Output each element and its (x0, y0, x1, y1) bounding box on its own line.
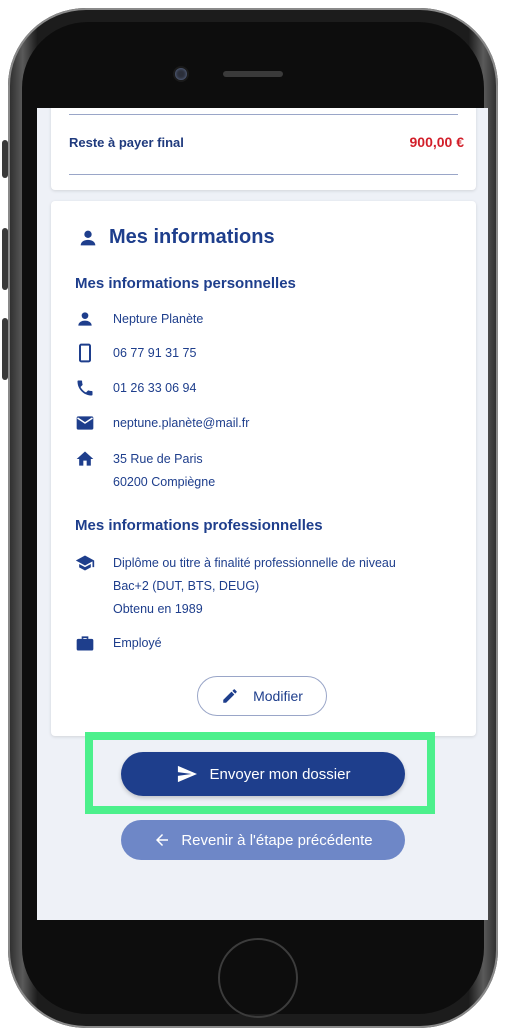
divider (69, 174, 458, 175)
modify-button[interactable]: Modifier (197, 676, 327, 716)
send-file-button[interactable]: Envoyer mon dossier (121, 752, 405, 796)
employment-status: Employé (113, 636, 162, 650)
mute-switch (2, 140, 8, 178)
arrow-left-icon (153, 831, 171, 849)
section-title: Mes informations (109, 226, 275, 248)
phone-icon (75, 378, 95, 398)
professional-info-heading: Mes informations professionnelles (75, 517, 323, 534)
reste-label: Reste à payer final (69, 135, 184, 150)
address-line2: 60200 Compiègne (113, 475, 216, 489)
my-information-card: Mes informations Mes informations person… (51, 201, 476, 736)
back-label: Revenir à l'étape précédente (181, 831, 373, 849)
earpiece-speaker (223, 71, 283, 77)
mail-icon (75, 413, 95, 433)
email-address: neptune.planète@mail.fr (113, 416, 250, 430)
diploma-line1: Diplôme ou titre à finalité professionne… (113, 556, 396, 570)
home-icon (75, 449, 95, 469)
graduation-cap-icon (75, 553, 95, 573)
briefcase-icon (75, 633, 95, 653)
modify-label: Modifier (253, 688, 303, 704)
smartphone-icon (75, 343, 95, 363)
volume-down-button (2, 318, 8, 380)
diploma-line2: Bac+2 (DUT, BTS, DEUG) (113, 579, 260, 593)
send-icon (176, 764, 198, 784)
send-label: Envoyer mon dossier (209, 765, 351, 783)
mobile-number: 06 77 91 31 75 (113, 346, 197, 360)
full-name: Nepture Planète (113, 312, 204, 326)
previous-step-button[interactable]: Revenir à l'étape précédente (121, 820, 405, 860)
address-line1: 35 Rue de Paris (113, 452, 203, 466)
person-icon (75, 309, 95, 329)
front-camera (175, 68, 187, 80)
pencil-icon (221, 687, 239, 705)
payment-summary-card: Reste à payer final 900,00 € (51, 108, 476, 190)
volume-up-button (2, 228, 8, 290)
home-button[interactable] (218, 938, 298, 1018)
diploma-year: Obtenu en 1989 (113, 602, 203, 616)
landline-number: 01 26 33 06 94 (113, 381, 197, 395)
personal-info-heading: Mes informations personnelles (75, 275, 296, 292)
divider (69, 114, 458, 115)
reste-value: 900,00 € (409, 134, 465, 150)
app-screen: Reste à payer final 900,00 € Mes informa… (37, 108, 488, 920)
person-icon (77, 227, 99, 249)
